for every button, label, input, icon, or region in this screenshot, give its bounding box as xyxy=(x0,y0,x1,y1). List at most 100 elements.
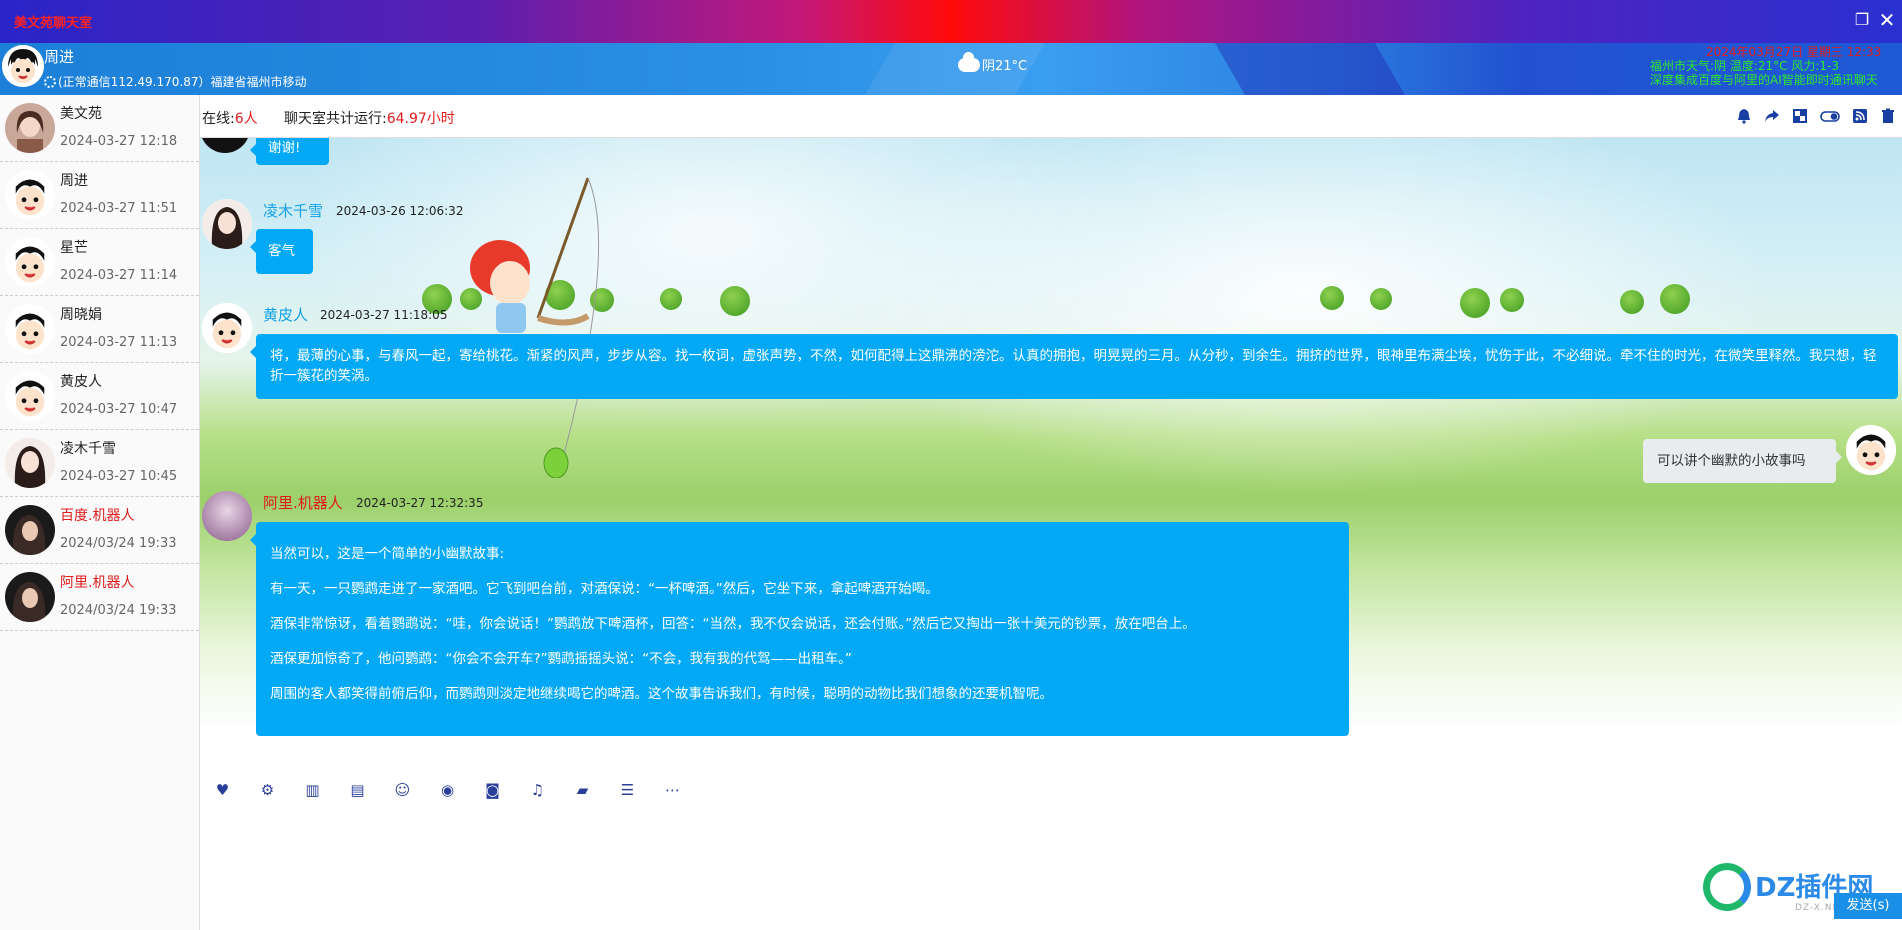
send-button[interactable]: 发送(s) xyxy=(1834,893,1902,919)
contact-time: 2024-03-27 10:45 xyxy=(60,469,178,484)
contact-name: 凌木千雪 xyxy=(60,441,116,457)
background-decoration xyxy=(1370,288,1392,310)
contact-time: 2024/03/24 19:33 xyxy=(60,603,177,618)
message-time: 2024-03-26 12:06:32 xyxy=(336,204,464,218)
background-decoration xyxy=(660,288,682,310)
user-circle-icon[interactable]: ◉ xyxy=(425,780,470,800)
contact-item[interactable]: 美文苑 2024-03-27 12:18 xyxy=(0,95,199,162)
contact-item[interactable]: 阿里.机器人 2024/03/24 19:33 xyxy=(0,564,199,631)
contact-time: 2024-03-27 11:14 xyxy=(60,268,178,283)
avatar[interactable] xyxy=(2,45,44,87)
message-input-area[interactable]: ♥ ⚙ ▥ ▤ ☺ ◉ ◙ ♫ ▰ ☰ ⋯ DZ插件网 DZ-X.NET 发送(… xyxy=(200,760,1902,930)
smile-icon[interactable]: ☺ xyxy=(380,780,425,800)
contact-item[interactable]: 凌木千雪 2024-03-27 10:45 xyxy=(0,430,199,497)
avatar xyxy=(5,371,55,421)
sender-name: 阿里.机器人 xyxy=(263,494,343,512)
message-paragraph: 周围的客人都笑得前俯后仰，而鹦鹉则淡定地继续喝它的啤酒。这个故事告诉我们，有时候… xyxy=(270,686,1053,702)
avatar[interactable] xyxy=(200,138,250,153)
weather-text: 阴21°C xyxy=(982,59,1028,74)
gear-icon[interactable]: ⚙ xyxy=(245,780,290,800)
window-icon[interactable] xyxy=(1792,108,1808,124)
avatar xyxy=(5,103,55,153)
message-text: 谢谢! xyxy=(268,140,301,156)
cloud-icon xyxy=(958,52,980,72)
contact-item[interactable]: 星芒 2024-03-27 11:14 xyxy=(0,229,199,296)
contact-time: 2024-03-27 12:18 xyxy=(60,134,178,149)
avatar xyxy=(5,438,55,488)
topbar-actions xyxy=(1736,108,1896,124)
message-paragraph: 当然可以，这是一个简单的小幽默故事: xyxy=(270,546,505,562)
contact-name: 阿里.机器人 xyxy=(60,575,135,591)
online-label: 在线: xyxy=(202,111,235,127)
window-title: 美文苑聊天室 xyxy=(14,16,93,31)
message-paragraph: 有一天，一只鹦鹉走进了一家酒吧。它飞到吧台前，对酒保说：“一杯啤酒。”然后，它坐… xyxy=(270,581,939,597)
toggle-icon[interactable] xyxy=(1820,108,1840,124)
runtime-value: 64.97小时 xyxy=(386,111,455,127)
share-icon[interactable] xyxy=(1764,108,1780,124)
trash-icon[interactable] xyxy=(1880,108,1896,124)
sender-name: 凌木千雪 xyxy=(263,202,324,220)
contact-name: 周晓娟 xyxy=(60,307,102,323)
close-icon[interactable]: ✕ xyxy=(1878,10,1896,30)
connection-status-text: (正常通信112.49.170.87）福建省福州市移动 xyxy=(58,75,307,89)
map-icon[interactable]: ▥ xyxy=(290,780,335,800)
title-bar: 美文苑聊天室 ❐ ✕ xyxy=(0,0,1902,43)
contact-time: 2024/03/24 19:33 xyxy=(60,536,177,551)
weather-display: 阴21°C xyxy=(958,52,1028,74)
restore-icon[interactable]: ❐ xyxy=(1853,11,1871,29)
more-icon[interactable]: ⋯ xyxy=(650,780,695,800)
contact-item[interactable]: 周进 2024-03-27 11:51 xyxy=(0,162,199,229)
heart-icon[interactable]: ♥ xyxy=(200,780,245,800)
avatar[interactable] xyxy=(1846,425,1896,475)
contact-item[interactable]: 百度.机器人 2024/03/24 19:33 xyxy=(0,497,199,564)
chat-topbar: 在线:6人 聊天室共计运行:64.97小时 xyxy=(200,95,1902,138)
message-bubble: 客气 xyxy=(250,229,313,274)
connection-status: (正常通信112.49.170.87）福建省福州市移动 xyxy=(44,73,306,90)
rss-icon[interactable] xyxy=(1852,108,1868,124)
watermark-ring xyxy=(1703,863,1751,911)
contact-name: 星芒 xyxy=(60,240,88,256)
contact-name: 美文苑 xyxy=(60,106,102,122)
contact-time: 2024-03-27 11:51 xyxy=(60,201,178,216)
loading-icon xyxy=(44,76,56,88)
message-time: 2024-03-27 11:18:05 xyxy=(320,308,448,322)
contact-item[interactable]: 周晓娟 2024-03-27 11:13 xyxy=(0,296,199,363)
contact-item[interactable]: 黄皮人 2024-03-27 10:47 xyxy=(0,363,199,430)
background-decoration xyxy=(1320,286,1344,310)
contact-time: 2024-03-27 10:47 xyxy=(60,402,178,417)
contact-list: 美文苑 2024-03-27 12:18 周进 2024-03-27 11:51… xyxy=(0,95,200,930)
contact-name: 百度.机器人 xyxy=(60,508,135,524)
folder-icon[interactable]: ▰ xyxy=(560,780,605,800)
contact-name: 黄皮人 xyxy=(60,374,102,390)
music-icon[interactable]: ♫ xyxy=(515,780,560,800)
avatar[interactable] xyxy=(202,199,252,249)
background-decoration xyxy=(720,286,750,316)
avatar xyxy=(5,170,55,220)
contact-name: 周进 xyxy=(60,173,88,189)
chat-messages[interactable]: 谢谢! 凌木千雪 2024-03-26 12:06:32 客气 黄皮人 2024… xyxy=(200,138,1902,760)
datetime-text: 2024年03月27日 星期三 12:33 xyxy=(1706,45,1882,59)
weather-detail-text: 福州市天气:阴 温度:21°C 风力:1-3 xyxy=(1650,59,1840,73)
message-bubble-own: 可以讲个幽默的小故事吗 xyxy=(1643,439,1842,483)
bell-icon[interactable] xyxy=(1736,108,1752,124)
runtime-label: 聊天室共计运行: xyxy=(284,111,387,127)
id-card-icon[interactable]: ▤ xyxy=(335,780,380,800)
avatar[interactable] xyxy=(202,303,252,353)
online-number: 6人 xyxy=(234,111,258,127)
message-bubble: 谢谢! xyxy=(250,138,329,165)
sender-name: 黄皮人 xyxy=(263,306,309,324)
online-count: 在线:6人 xyxy=(202,108,258,128)
background-decoration xyxy=(1500,288,1524,312)
message-paragraph: 酒保更加惊奇了，他问鹦鹉：“你会不会开车?”鹦鹉摇摇头说：“不会，我有我的代驾—… xyxy=(270,651,852,667)
message-time: 2024-03-27 12:32:35 xyxy=(356,496,484,510)
avatar[interactable] xyxy=(202,491,252,541)
message-text: 将，最薄的心事，与春风一起，寄给桃花。渐紧的风声，步步从容。找一枚词，虚张声势，… xyxy=(270,348,1877,384)
server-icon[interactable]: ☰ xyxy=(605,780,650,800)
avatar xyxy=(5,237,55,287)
background-decoration xyxy=(1660,284,1690,314)
avatar xyxy=(5,572,55,622)
contact-time: 2024-03-27 11:13 xyxy=(60,335,178,350)
message-paragraph: 酒保非常惊讶，看着鹦鹉说：“哇，你会说话！”鹦鹉放下啤酒杯，回答：“当然，我不仅… xyxy=(270,616,1196,632)
avatar xyxy=(5,505,55,555)
camera-icon[interactable]: ◙ xyxy=(470,780,515,800)
